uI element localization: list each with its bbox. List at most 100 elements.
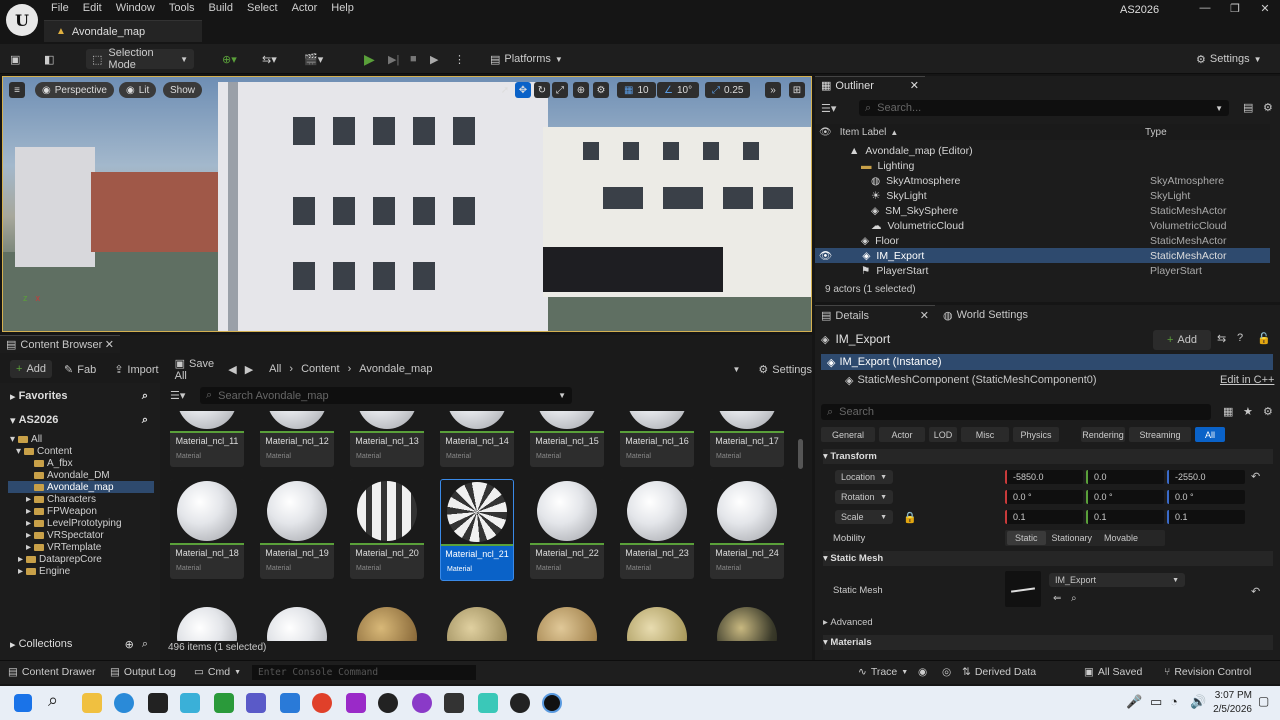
tree-all[interactable]: ▾ All xyxy=(10,433,42,445)
unreal-taskbar-icon[interactable] xyxy=(542,693,562,713)
outliner-row[interactable]: ☁ VolumetricCloud VolumetricCloud xyxy=(815,218,1270,233)
tree-level-prototyping[interactable]: ▸ LevelPrototyping xyxy=(26,517,122,529)
davinci-icon[interactable] xyxy=(510,693,530,713)
add-folder-icon[interactable]: ▤ xyxy=(1243,101,1253,114)
filter-icon[interactable]: ☰▾ xyxy=(170,389,185,402)
file-explorer-icon[interactable] xyxy=(82,693,102,713)
console-input[interactable]: Enter Console Command xyxy=(252,665,476,680)
asset-tile[interactable] xyxy=(710,605,784,641)
asset-tile[interactable] xyxy=(170,605,244,641)
details-search-input[interactable]: ⌕ Search xyxy=(821,404,1211,420)
close-icon[interactable]: ✕ xyxy=(105,338,114,351)
reset-icon[interactable]: ↶ xyxy=(1251,470,1260,483)
asset-tile[interactable] xyxy=(440,605,514,641)
edge-icon[interactable] xyxy=(114,693,134,713)
fab-button[interactable]: ✎ Fab xyxy=(64,363,96,376)
close-icon[interactable]: ✕ xyxy=(910,79,919,92)
asset-tile[interactable]: Material_ncl_20 Material xyxy=(350,479,424,579)
teams-icon[interactable] xyxy=(246,693,266,713)
visibility-icon[interactable]: 👁 xyxy=(819,127,832,138)
edit-in-cpp-link[interactable]: Edit in C++ xyxy=(1220,374,1274,386)
filter-streaming[interactable]: Streaming xyxy=(1129,427,1191,442)
asset-tile[interactable]: Material_ncl_16 Material xyxy=(620,411,694,467)
location-dropdown[interactable]: Location ▼ xyxy=(835,470,893,484)
rotate-tool-icon[interactable]: ↻ xyxy=(534,82,550,98)
notification-icon[interactable]: ▢ xyxy=(1258,694,1278,714)
asset-tile[interactable]: Material_ncl_23 Material xyxy=(620,479,694,579)
tree-content[interactable]: ▾ Content xyxy=(16,445,72,457)
scale-tool-icon[interactable]: ⤢ xyxy=(552,82,568,98)
minimize-icon[interactable]: — xyxy=(1190,2,1220,15)
type-column[interactable]: Type xyxy=(1145,127,1167,138)
tree-fpweapon[interactable]: ▸ FPWeapon xyxy=(26,505,97,517)
outliner-row[interactable]: ▲ Avondale_map (Editor) xyxy=(815,143,1270,158)
mobility-static[interactable]: Static xyxy=(1007,531,1046,545)
content-drawer-button[interactable]: ▤ Content Drawer xyxy=(8,666,95,678)
add-component-button[interactable]: + Add xyxy=(1153,330,1211,350)
asset-tile[interactable]: Material_ncl_15 Material xyxy=(530,411,604,467)
close-icon[interactable]: ✕ xyxy=(920,309,929,322)
gear-icon[interactable]: ⚙ xyxy=(1263,101,1273,114)
search-icon[interactable]: ⌕ xyxy=(142,638,148,651)
restore-icon[interactable]: ❐ xyxy=(1220,2,1250,15)
search-icon[interactable]: ⌕ xyxy=(142,414,148,427)
asset-tile[interactable]: Material_ncl_12 Material xyxy=(260,411,334,467)
level-tab[interactable]: ▲ Avondale_map xyxy=(44,20,202,42)
reset-icon[interactable]: ↶ xyxy=(1251,585,1260,598)
mesh-thumbnail[interactable] xyxy=(1005,571,1041,607)
rotation-x-field[interactable]: 0.0 ° xyxy=(1005,490,1083,504)
asset-tile[interactable]: Material_ncl_24 Material xyxy=(710,479,784,579)
asset-tile[interactable]: Material_ncl_17 Material xyxy=(710,411,784,467)
tree-engine[interactable]: ▸ Engine xyxy=(18,565,70,577)
app-icon-5[interactable] xyxy=(478,693,498,713)
select-tool-icon[interactable]: ➚ xyxy=(497,82,513,98)
menu-edit[interactable]: Edit xyxy=(76,2,109,18)
level-viewport[interactable]: ≡ ◉ Perspective ◉ Lit Show ➚ ✥ ↻ ⤢ ⊕ ⚙ ▦ 10… xyxy=(2,76,812,332)
path-avondale-map[interactable]: Avondale_map xyxy=(359,363,432,375)
search-icon[interactable]: ⌕ xyxy=(48,690,68,710)
outliner-row[interactable]: ◈ SM_SkySphere StaticMeshActor xyxy=(815,203,1270,218)
lit-button[interactable]: ◉ Lit xyxy=(119,82,157,98)
outlook-icon[interactable] xyxy=(280,693,300,713)
details-tab[interactable]: ▤ Details ✕ xyxy=(815,305,935,325)
static-mesh-section[interactable]: ▾ Static Mesh xyxy=(823,551,1273,566)
menu-help[interactable]: Help xyxy=(324,2,361,18)
app-icon-4[interactable] xyxy=(444,693,464,713)
import-button[interactable]: ⇪ Import xyxy=(114,363,158,376)
outliner-row[interactable]: ☀ SkyLight SkyLight xyxy=(815,188,1270,203)
menu-tools[interactable]: Tools xyxy=(162,2,202,18)
launch-icon[interactable]: ▶ xyxy=(430,49,438,69)
collections-section[interactable]: ▸ Collections ⊕ ⌕ xyxy=(0,635,160,653)
rotation-y-field[interactable]: 0.0 ° xyxy=(1086,490,1164,504)
close-icon[interactable]: ✕ xyxy=(1250,2,1280,15)
menu-actor[interactable]: Actor xyxy=(285,2,325,18)
camera-icon[interactable]: ◎ xyxy=(942,666,951,678)
show-button[interactable]: Show xyxy=(163,82,203,98)
network-icon[interactable]: ◔ xyxy=(1170,694,1190,714)
filter-all[interactable]: All xyxy=(1195,427,1225,442)
selection-mode-dropdown[interactable]: ⬚ Selection Mode ▼ xyxy=(86,47,194,71)
help-icon[interactable]: ? xyxy=(1237,332,1243,344)
visibility-icon[interactable]: 👁 xyxy=(819,249,832,262)
tree-a-fbx[interactable]: A_fbx xyxy=(34,457,73,469)
asset-tile[interactable]: Material_ncl_14 Material xyxy=(440,411,514,467)
mobility-movable[interactable]: Movable xyxy=(1098,531,1144,545)
trace-dropdown[interactable]: ∿ Trace ▼ xyxy=(858,666,908,678)
outliner-search-input[interactable]: ⌕ Search... ▼ xyxy=(859,100,1229,116)
maximize-viewport-icon[interactable]: ⊞ xyxy=(789,82,805,98)
tree-avondale-dm[interactable]: Avondale_DM xyxy=(34,469,110,481)
path-all[interactable]: All xyxy=(269,363,281,375)
asset-tile[interactable] xyxy=(530,605,604,641)
asset-tile[interactable]: Material_ncl_18 Material xyxy=(170,479,244,579)
tree-vrspectator[interactable]: ▸ VRSpectator xyxy=(26,529,104,541)
menu-build[interactable]: Build xyxy=(202,2,240,18)
world-settings-tab[interactable]: ◍ World Settings xyxy=(939,305,1059,325)
settings-button[interactable]: ⚙ Settings ▼ xyxy=(1196,49,1262,69)
derived-data-button[interactable]: ⇅ Derived Data xyxy=(962,666,1036,678)
menu-window[interactable]: Window xyxy=(109,2,162,18)
location-z-field[interactable]: -2550.0 xyxy=(1167,470,1245,484)
save-all-button[interactable]: ▣ Save All xyxy=(175,357,217,382)
filter-actor[interactable]: Actor xyxy=(879,427,925,442)
xbox-icon[interactable] xyxy=(214,693,234,713)
tree-avondale-map[interactable]: Avondale_map xyxy=(8,481,154,493)
